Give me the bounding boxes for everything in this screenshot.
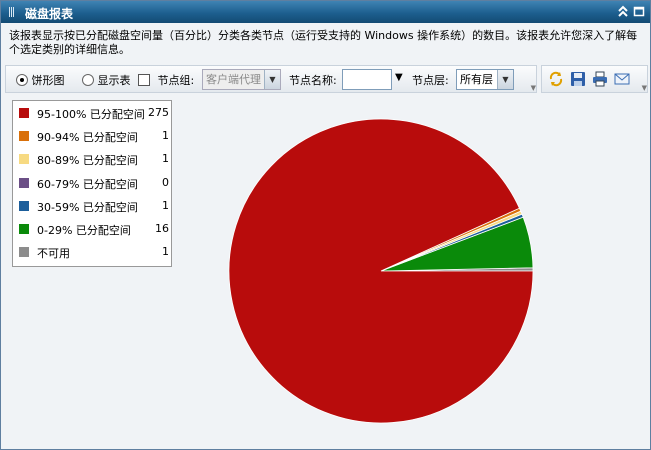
- chevron-down-icon: ▼: [264, 70, 280, 89]
- legend-item[interactable]: 不可用 1: [13, 242, 171, 262]
- node-group-select: 客户端代理 ▼: [202, 69, 281, 90]
- legend-label: 90-94% 已分配空间: [37, 131, 138, 145]
- pie-chart-radio[interactable]: 饼形图: [16, 72, 65, 88]
- legend-count: 1: [162, 152, 169, 166]
- action-iconbar: ▼: [541, 65, 648, 93]
- legend-swatch: [19, 108, 29, 118]
- legend-swatch: [19, 247, 29, 258]
- legend-swatch: [19, 177, 29, 188]
- chart-legend: 95-100% 已分配空间 275 90-94% 已分配空间 1 80-89% 已分配空…: [12, 100, 172, 267]
- refresh-icon[interactable]: [548, 71, 564, 87]
- legend-item[interactable]: 80-89% 已分配空间 1: [13, 149, 171, 169]
- legend-count: 1: [162, 129, 169, 143]
- legend-count: 1: [162, 245, 169, 259]
- collapse-icon[interactable]: [616, 4, 630, 18]
- legend-item[interactable]: 60-79% 已分配空间 0: [13, 173, 171, 193]
- legend-label: 30-59% 已分配空间: [37, 200, 138, 214]
- node-group-label: 节点组:: [157, 74, 195, 87]
- pie-chart: [228, 118, 534, 424]
- node-group-value: 客户端代理: [206, 73, 261, 86]
- legend-swatch: [19, 224, 29, 234]
- show-table-radio[interactable]: 显示表: [82, 72, 131, 88]
- legend-label: 0-29% 已分配空间: [37, 224, 131, 237]
- legend-label: 60-79% 已分配空间: [37, 177, 138, 191]
- legend-label: 80-89% 已分配空间: [37, 154, 138, 168]
- maximize-icon[interactable]: [632, 4, 646, 18]
- iconbar-corner-icon: ▼: [641, 84, 647, 92]
- pie-chart-label: 饼形图: [31, 74, 65, 87]
- chevron-down-icon[interactable]: ▼: [497, 70, 513, 89]
- legend-swatch: [19, 200, 29, 211]
- legend-item[interactable]: 30-59% 已分配空间 1: [13, 196, 171, 216]
- checkbox-icon[interactable]: [138, 74, 150, 86]
- print-icon[interactable]: [592, 71, 608, 87]
- legend-count: 275: [148, 106, 169, 119]
- legend-item[interactable]: 90-94% 已分配空间 1: [13, 126, 171, 146]
- node-level-select[interactable]: 所有层 ▼: [456, 69, 514, 90]
- legend-count: 0: [162, 175, 169, 189]
- pie-slice[interactable]: [228, 118, 534, 424]
- legend-swatch: [19, 131, 29, 142]
- legend-count: 1: [162, 198, 169, 212]
- radio-unselected-icon[interactable]: [82, 74, 94, 86]
- disk-report-panel: 磁盘报表 该报表显示按已分配磁盘空间量（百分比）分类各类节点（运行受支持的 Wi…: [0, 0, 651, 450]
- legend-swatch: [19, 154, 29, 165]
- node-name-input[interactable]: [342, 69, 392, 90]
- node-name-label: 节点名称:: [289, 74, 337, 87]
- report-toolbar: 饼形图 显示表 节点组: 客户端代理 ▼ 节点名称: ▼ 节点层: 所有层 ▼ …: [5, 65, 537, 93]
- node-level-value: 所有层: [460, 73, 493, 86]
- radio-selected-icon[interactable]: [16, 74, 28, 86]
- legend-item[interactable]: 95-100% 已分配空间 275: [13, 103, 171, 123]
- save-icon[interactable]: [570, 71, 586, 87]
- drag-grip-icon[interactable]: [9, 7, 15, 17]
- node-group-checkbox[interactable]: 节点组:: [138, 72, 194, 88]
- legend-item[interactable]: 0-29% 已分配空间 16: [13, 219, 171, 239]
- window-title: 磁盘报表: [25, 7, 74, 21]
- node-level-label: 节点层:: [412, 74, 449, 87]
- show-table-label: 显示表: [97, 74, 131, 87]
- email-icon[interactable]: [614, 71, 630, 87]
- toolbar-corner-icon: ▼: [530, 84, 536, 92]
- report-description: 该报表显示按已分配磁盘空间量（百分比）分类各类节点（运行受支持的 Windows…: [9, 29, 638, 56]
- legend-label: 不可用: [37, 247, 70, 261]
- legend-count: 16: [155, 222, 169, 235]
- node-name-dropdown-icon[interactable]: ▼: [395, 72, 403, 83]
- legend-label: 95-100% 已分配空间: [37, 108, 145, 121]
- title-bar: 磁盘报表: [1, 1, 650, 23]
